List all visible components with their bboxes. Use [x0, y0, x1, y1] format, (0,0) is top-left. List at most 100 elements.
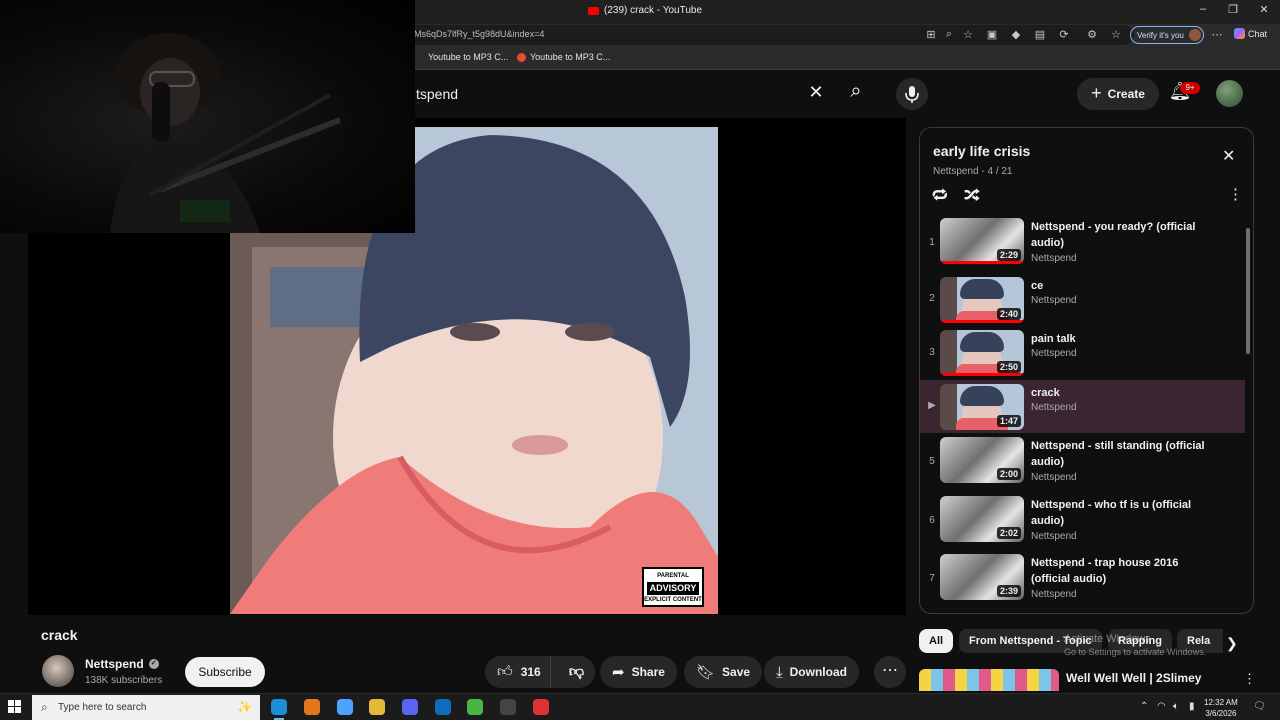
outlook-icon[interactable] — [435, 699, 451, 715]
notification-center-icon[interactable]: 🗨︎ — [1253, 701, 1266, 712]
playlist-item-title[interactable]: Nettspend - still standing (official aud… — [1031, 438, 1211, 470]
playlist-thumbnail[interactable]: 2:40 — [940, 276, 1024, 323]
voice-search-button[interactable] — [896, 78, 928, 110]
playlist-item-channel: Nettspend — [1031, 472, 1077, 483]
app-install-icon[interactable]: ⊞ — [924, 28, 938, 41]
thumbnail-hat — [960, 385, 1004, 406]
playlist-thumbnail[interactable]: 1:47 — [940, 383, 1024, 430]
bookmark-item[interactable]: Youtube to MP3 C... — [428, 52, 508, 62]
create-button[interactable]: + Create — [1077, 78, 1159, 110]
duration-badge: 2:50 — [996, 361, 1021, 373]
copilot-chat-button[interactable]: Chat — [1234, 28, 1267, 39]
playlist-item-title[interactable]: ce — [1031, 278, 1211, 294]
tab-title[interactable]: (239) crack - YouTube — [588, 5, 702, 16]
bookmark-item[interactable]: Youtube to MP3 C... — [517, 52, 610, 62]
playlist-title[interactable]: early life crisis — [933, 143, 1030, 159]
close-playlist-icon[interactable]: ✕ — [1222, 146, 1235, 166]
channel-name: Nettspend — [85, 657, 144, 671]
more-actions-button[interactable]: ⋯ — [874, 656, 906, 688]
playlist-item-title[interactable]: Nettspend - who tf is u (official audio) — [1031, 497, 1211, 529]
like-dislike-group: 👍︎ 316 👎︎ — [485, 656, 595, 688]
duration-badge: 2:40 — [996, 307, 1021, 320]
playlist-index: 5 — [929, 456, 935, 468]
tray-overflow-icon[interactable]: ⌃ — [1140, 701, 1148, 712]
battery-icon[interactable]: ▮ — [1189, 701, 1195, 712]
loop-icon[interactable]: 🔁︎ — [932, 184, 948, 207]
account-avatar[interactable] — [1216, 80, 1243, 107]
more-menu-icon[interactable]: ⋯ — [1210, 28, 1224, 41]
channel-avatar[interactable] — [42, 655, 74, 687]
clear-search-icon[interactable]: ✕ — [802, 82, 830, 106]
favorites-icon[interactable]: ☆ — [1109, 28, 1123, 41]
url-field[interactable]: Ms6qDs7lfRy_t5g98dU&index=4 — [404, 25, 1134, 45]
notification-count-badge: 9+ — [1180, 82, 1200, 94]
bookmark-icon: 🔖︎ — [696, 664, 716, 681]
playlist-index: 2 — [929, 293, 935, 305]
subscribe-button[interactable]: Subscribe — [185, 657, 265, 687]
playlist-more-icon[interactable]: ⋮ — [1228, 185, 1243, 203]
firefox-icon[interactable] — [304, 699, 320, 715]
playlist-thumbnail[interactable]: 2:02 — [940, 495, 1024, 542]
share-button[interactable]: ➦ Share — [600, 656, 677, 688]
search-icon: ⌕ — [41, 700, 48, 714]
utorrent-icon[interactable] — [467, 699, 483, 715]
dislike-button[interactable]: 👎︎ — [558, 663, 595, 681]
verify-identity-button[interactable]: Verify it's you — [1130, 26, 1204, 44]
minimize-icon[interactable]: – — [1194, 3, 1212, 15]
network-icon[interactable]: ◠ — [1157, 701, 1166, 712]
playlist-item[interactable]: 6 2:02 Nettspend - who tf is u (official a… — [920, 492, 1245, 551]
share-arrow-icon: ➦ — [612, 664, 625, 681]
recommended-title[interactable]: Well Well Well | 2Slimey — [1066, 671, 1201, 685]
playlist-item[interactable]: 7 2:39 Nettspend - trap house 2016 (offici… — [920, 550, 1245, 609]
shuffle-icon[interactable]: 🔀︎ — [964, 184, 980, 207]
playlist-thumbnail[interactable]: 2:29 — [940, 218, 1024, 264]
playlist-item[interactable]: 5 2:00 Nettspend - still standing (officia… — [920, 433, 1245, 492]
volume-icon[interactable]: 🔈︎ — [1173, 701, 1179, 712]
like-button[interactable]: 👍︎ 316 — [485, 656, 551, 688]
playlist-item-title[interactable]: pain talk — [1031, 331, 1211, 347]
zoom-icon[interactable]: ⌕ — [942, 28, 956, 41]
playlist-item-title[interactable]: crack — [1031, 385, 1211, 401]
obs-icon[interactable] — [500, 699, 516, 715]
copilot-app-icon[interactable] — [337, 699, 353, 715]
copilot-label: Chat — [1248, 28, 1268, 39]
playlist-thumbnail[interactable]: 2:00 — [940, 437, 1024, 483]
restore-icon[interactable]: ❐ — [1224, 3, 1242, 16]
playlist-item-title[interactable]: Nettspend - you ready? (official audio) — [1031, 219, 1211, 251]
close-window-icon[interactable]: ✕ — [1255, 3, 1273, 16]
windows-start-icon[interactable] — [8, 700, 22, 714]
refresh-extension-icon[interactable]: ⟳ — [1057, 28, 1071, 41]
split-screen-icon[interactable]: ⚙ — [1085, 28, 1099, 41]
search-input[interactable]: tspend — [416, 86, 458, 102]
file-explorer-icon[interactable] — [369, 699, 385, 715]
playlist-item-title[interactable]: Nettspend - trap house 2016 (official au… — [1031, 555, 1211, 587]
share-label: Share — [631, 665, 665, 679]
taskbar-search-box[interactable]: ⌕ Type here to search ✨ — [32, 695, 260, 720]
playlist-item[interactable]: 3 2:50 pain talk Nettspend — [920, 326, 1245, 380]
playlist-index: 3 — [929, 346, 935, 358]
recommended-thumbnail[interactable] — [919, 669, 1059, 691]
playlist-item[interactable]: ▶ 1:47 crack Nettspend — [920, 379, 1245, 433]
playlist-scrollbar[interactable] — [1246, 228, 1250, 354]
duration-badge: 2:39 — [996, 585, 1021, 597]
playlist-item[interactable]: 1 2:29 Nettspend - you ready? (official au… — [920, 214, 1245, 273]
search-icon[interactable]: ⌕ — [842, 80, 870, 104]
favorite-star-icon[interactable]: ☆ — [961, 28, 975, 41]
save-button[interactable]: 🔖︎ Save — [684, 656, 763, 688]
playlist-thumbnail[interactable]: 2:39 — [940, 554, 1024, 600]
playlist-item-channel: Nettspend — [1031, 253, 1077, 264]
extension-puzzle-icon[interactable]: ▤ — [1033, 28, 1047, 41]
discord-icon[interactable] — [402, 699, 418, 715]
edge-browser-icon[interactable] — [271, 699, 287, 720]
filter-chip[interactable]: All — [919, 629, 954, 653]
now-playing-icon: ▶ — [928, 400, 936, 412]
playlist-thumbnail[interactable]: 2:50 — [940, 330, 1024, 376]
recommended-more-icon[interactable]: ⋮ — [1243, 671, 1256, 687]
download-button[interactable]: ⤓ Download — [764, 656, 859, 688]
extension-icon[interactable]: ▣ — [985, 28, 999, 41]
channel-name-link[interactable]: Nettspend ✓ — [85, 657, 159, 671]
capture-app-icon[interactable] — [533, 699, 549, 715]
taskbar-clock[interactable]: 12:32 AM 3/6/2026 — [1204, 697, 1238, 719]
extension-fox-icon[interactable]: ◆ — [1009, 28, 1023, 41]
playlist-item[interactable]: 2 2:40 ce Nettspend — [920, 273, 1245, 327]
